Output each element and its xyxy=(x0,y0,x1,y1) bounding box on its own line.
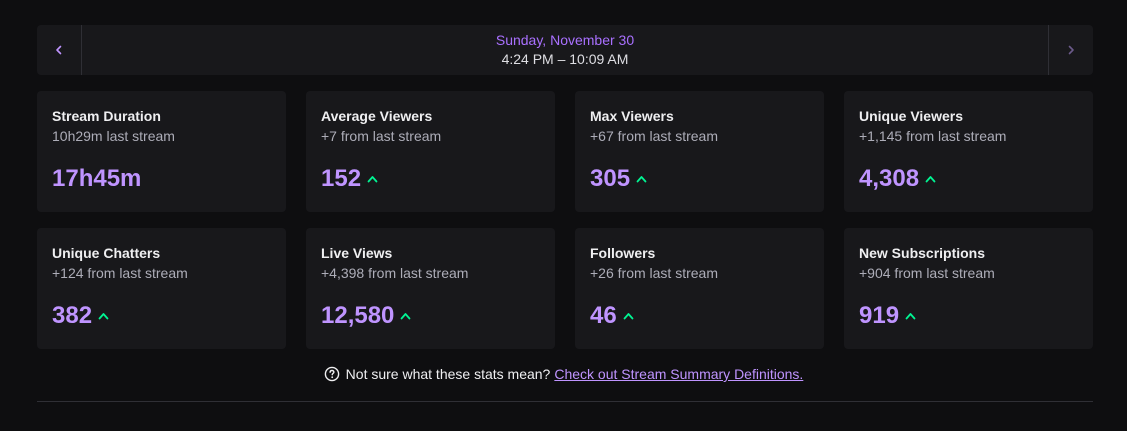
stat-value: 382 xyxy=(52,302,93,329)
section-divider xyxy=(37,401,1093,402)
stream-date-info: Sunday, November 30 4:24 PM – 10:09 AM xyxy=(82,25,1048,75)
stat-comparison: +124 from last stream xyxy=(52,265,188,281)
chevron-right-icon xyxy=(1068,45,1074,55)
stats-grid: Stream Duration 10h29m last stream 17h45… xyxy=(37,91,1093,349)
stat-title: Unique Viewers xyxy=(859,108,964,124)
stats-help-line: Not sure what these stats mean? Check ou… xyxy=(0,366,1127,382)
next-stream-button[interactable] xyxy=(1048,25,1093,75)
date-navigator: Sunday, November 30 4:24 PM – 10:09 AM xyxy=(37,25,1093,75)
stat-title: Max Viewers xyxy=(590,108,674,124)
stat-comparison: 10h29m last stream xyxy=(52,128,175,144)
stream-date: Sunday, November 30 xyxy=(495,32,635,48)
stat-title: Unique Chatters xyxy=(52,245,161,261)
arrow-up-icon xyxy=(623,312,634,320)
stat-card-new-subscriptions: New Subscriptions +904 from last stream … xyxy=(844,228,1093,349)
arrow-up-icon xyxy=(367,175,378,183)
stat-comparison: +1,145 from last stream xyxy=(859,128,1007,144)
stat-value: 305 xyxy=(590,165,631,192)
stat-comparison: +904 from last stream xyxy=(859,265,995,281)
help-question-text: Not sure what these stats mean? xyxy=(345,366,551,382)
stat-value: 17h45m xyxy=(52,165,142,192)
arrow-up-icon xyxy=(925,175,936,183)
stat-value: 12,580 xyxy=(321,302,395,329)
stat-value: 919 xyxy=(859,302,900,329)
stat-value: 4,308 xyxy=(859,165,920,192)
stat-comparison: +7 from last stream xyxy=(321,128,442,144)
stream-summary-definitions-link[interactable]: Check out Stream Summary Definitions. xyxy=(554,366,803,382)
stat-title: Live Views xyxy=(321,245,393,261)
stat-card-max-viewers: Max Viewers +67 from last stream 305 xyxy=(575,91,824,212)
stat-title: Stream Duration xyxy=(52,108,161,124)
previous-stream-button[interactable] xyxy=(37,25,82,75)
arrow-up-icon xyxy=(636,175,647,183)
question-circle-icon xyxy=(324,366,340,382)
stream-time-range: 4:24 PM – 10:09 AM xyxy=(501,51,629,67)
stat-card-followers: Followers +26 from last stream 46 xyxy=(575,228,824,349)
stat-card-average-viewers: Average Viewers +7 from last stream 152 xyxy=(306,91,555,212)
stat-title: Average Viewers xyxy=(321,108,433,124)
chevron-left-icon xyxy=(56,45,62,55)
arrow-up-icon xyxy=(905,312,916,320)
stat-title: New Subscriptions xyxy=(859,245,986,261)
arrow-up-icon xyxy=(98,312,109,320)
stat-comparison: +67 from last stream xyxy=(590,128,718,144)
stat-value: 152 xyxy=(321,165,362,192)
stat-title: Followers xyxy=(590,245,656,261)
arrow-up-icon xyxy=(400,312,411,320)
stat-card-stream-duration: Stream Duration 10h29m last stream 17h45… xyxy=(37,91,286,212)
stat-card-live-views: Live Views +4,398 from last stream 12,58… xyxy=(306,228,555,349)
stat-comparison: +26 from last stream xyxy=(590,265,718,281)
stat-card-unique-chatters: Unique Chatters +124 from last stream 38… xyxy=(37,228,286,349)
stat-value: 46 xyxy=(590,302,617,329)
stat-comparison: +4,398 from last stream xyxy=(321,265,469,281)
stat-card-unique-viewers: Unique Viewers +1,145 from last stream 4… xyxy=(844,91,1093,212)
